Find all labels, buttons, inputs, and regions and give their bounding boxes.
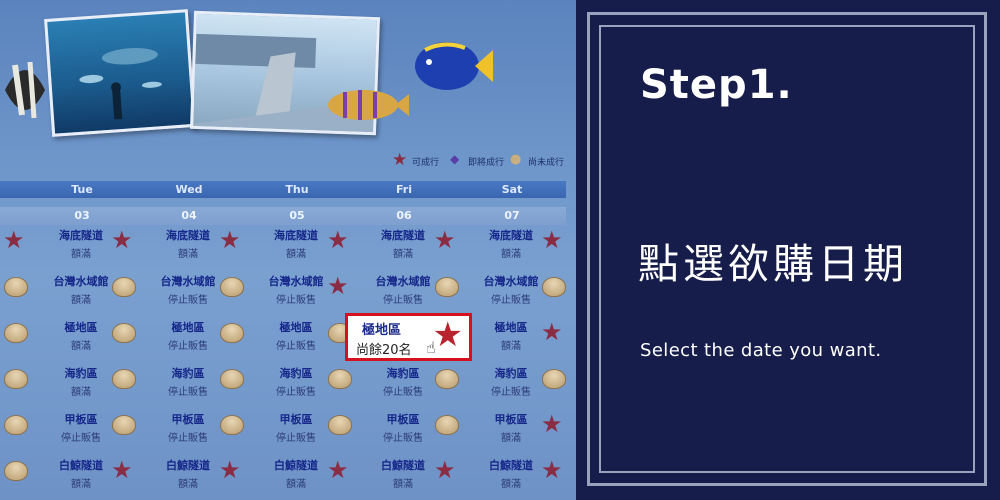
- instruction-zh: 點選欲購日期: [638, 240, 908, 288]
- available-star-icon: ★: [432, 315, 463, 355]
- availability-status: 停止販售: [276, 433, 316, 444]
- shell-icon: [4, 369, 28, 389]
- day-label: Tue: [71, 183, 93, 196]
- starfish-icon: ★: [541, 226, 563, 254]
- shell-icon: [4, 323, 28, 343]
- availability-status: 停止販售: [168, 387, 208, 398]
- shell-icon: [542, 369, 566, 389]
- instruction-panel: Step1. 點選欲購日期 Select the date you want.: [576, 0, 1000, 500]
- starfish-icon: ★: [111, 456, 133, 484]
- shell-icon: [328, 369, 352, 389]
- availability-status: 停止販售: [491, 387, 531, 398]
- availability-status: 停止販售: [168, 433, 208, 444]
- shell-icon: [112, 415, 136, 435]
- starfish-icon: ★: [434, 456, 456, 484]
- remaining-seats: 尚餘20名: [356, 343, 412, 358]
- shell-icon: [112, 323, 136, 343]
- legend: ★ 可成行 ◆ 即將成行 ● 尚未成行: [392, 150, 572, 170]
- day-label: Sat: [501, 183, 523, 196]
- date-label: 04: [181, 209, 197, 222]
- starfish-icon: ★: [219, 456, 241, 484]
- shell-icon: [435, 277, 459, 297]
- instruction-en: Select the date you want.: [640, 340, 882, 361]
- availability-status: 停止販售: [61, 433, 101, 444]
- legend-available-label: 可成行: [412, 158, 440, 168]
- shell-icon: [220, 415, 244, 435]
- availability-status: 額滿: [71, 341, 91, 352]
- step-title: Step1.: [640, 62, 793, 108]
- date-label: 05: [289, 209, 305, 222]
- starfish-icon: ★: [327, 456, 349, 484]
- availability-status: 停止販售: [276, 341, 316, 352]
- shell-icon: [220, 369, 244, 389]
- starfish-icon: ★: [541, 318, 563, 346]
- availability-status: 額滿: [71, 295, 91, 306]
- starfish-icon: ★: [541, 456, 563, 484]
- availability-status: 額滿: [71, 387, 91, 398]
- day-label: Wed: [175, 183, 203, 196]
- availability-status: 停止販售: [383, 295, 423, 306]
- date-header: 03 04 05 06 07: [0, 207, 566, 225]
- availability-status: 停止販售: [276, 387, 316, 398]
- starfish-icon: ★: [327, 226, 349, 254]
- shell-icon: [4, 461, 28, 481]
- angelfish-icon: [5, 61, 45, 119]
- starfish-icon: ★: [541, 410, 563, 438]
- calendar-screenshot: ★ 可成行 ◆ 即將成行 ● 尚未成行 Tue Wed Thu Fri Sat …: [0, 0, 576, 500]
- availability-status: 停止販售: [168, 295, 208, 306]
- starfish-icon: ★: [434, 226, 456, 254]
- starfish-icon: ★: [219, 226, 241, 254]
- legend-almost-full-icon: ◆: [450, 152, 460, 166]
- selected-date-cell[interactable]: 極地區 尚餘20名 ★ ☝: [345, 313, 472, 361]
- starfish-icon: ★: [111, 226, 133, 254]
- shell-icon: [435, 415, 459, 435]
- shell-icon: [328, 415, 352, 435]
- shell-icon: [112, 369, 136, 389]
- availability-status: 停止販售: [491, 295, 531, 306]
- selected-zone-name: 極地區: [362, 323, 402, 338]
- aquarium-tunnel-photo-art: [79, 48, 162, 120]
- legend-available-icon: ★: [392, 150, 408, 170]
- blue-fish-icon: [415, 42, 493, 90]
- aquarium-tunnel-photo: [44, 9, 196, 137]
- shell-icon: [220, 277, 244, 297]
- date-label: 03: [74, 209, 90, 222]
- weekday-header: Tue Wed Thu Fri Sat: [0, 181, 566, 198]
- striped-fish-icon: [328, 90, 409, 120]
- starfish-icon: ★: [3, 226, 25, 254]
- hand-cursor-icon: ☝: [426, 338, 436, 357]
- shell-icon: [4, 415, 28, 435]
- availability-status: 停止販售: [383, 433, 423, 444]
- legend-almost-full-label: 即將成行: [468, 158, 505, 168]
- legend-not-available-label: 尚未成行: [528, 158, 565, 168]
- date-label: 07: [504, 209, 520, 222]
- starfish-icon: ★: [327, 272, 349, 300]
- shell-icon: [220, 323, 244, 343]
- availability-status: 停止販售: [168, 341, 208, 352]
- date-label: 06: [396, 209, 412, 222]
- legend-not-available-icon: ●: [510, 152, 522, 167]
- shell-icon: [542, 277, 566, 297]
- shell-icon: [112, 277, 136, 297]
- shell-icon: [435, 369, 459, 389]
- day-label: Fri: [395, 183, 412, 196]
- shell-icon: [4, 277, 28, 297]
- day-label: Thu: [285, 183, 309, 196]
- availability-status: 停止販售: [383, 387, 423, 398]
